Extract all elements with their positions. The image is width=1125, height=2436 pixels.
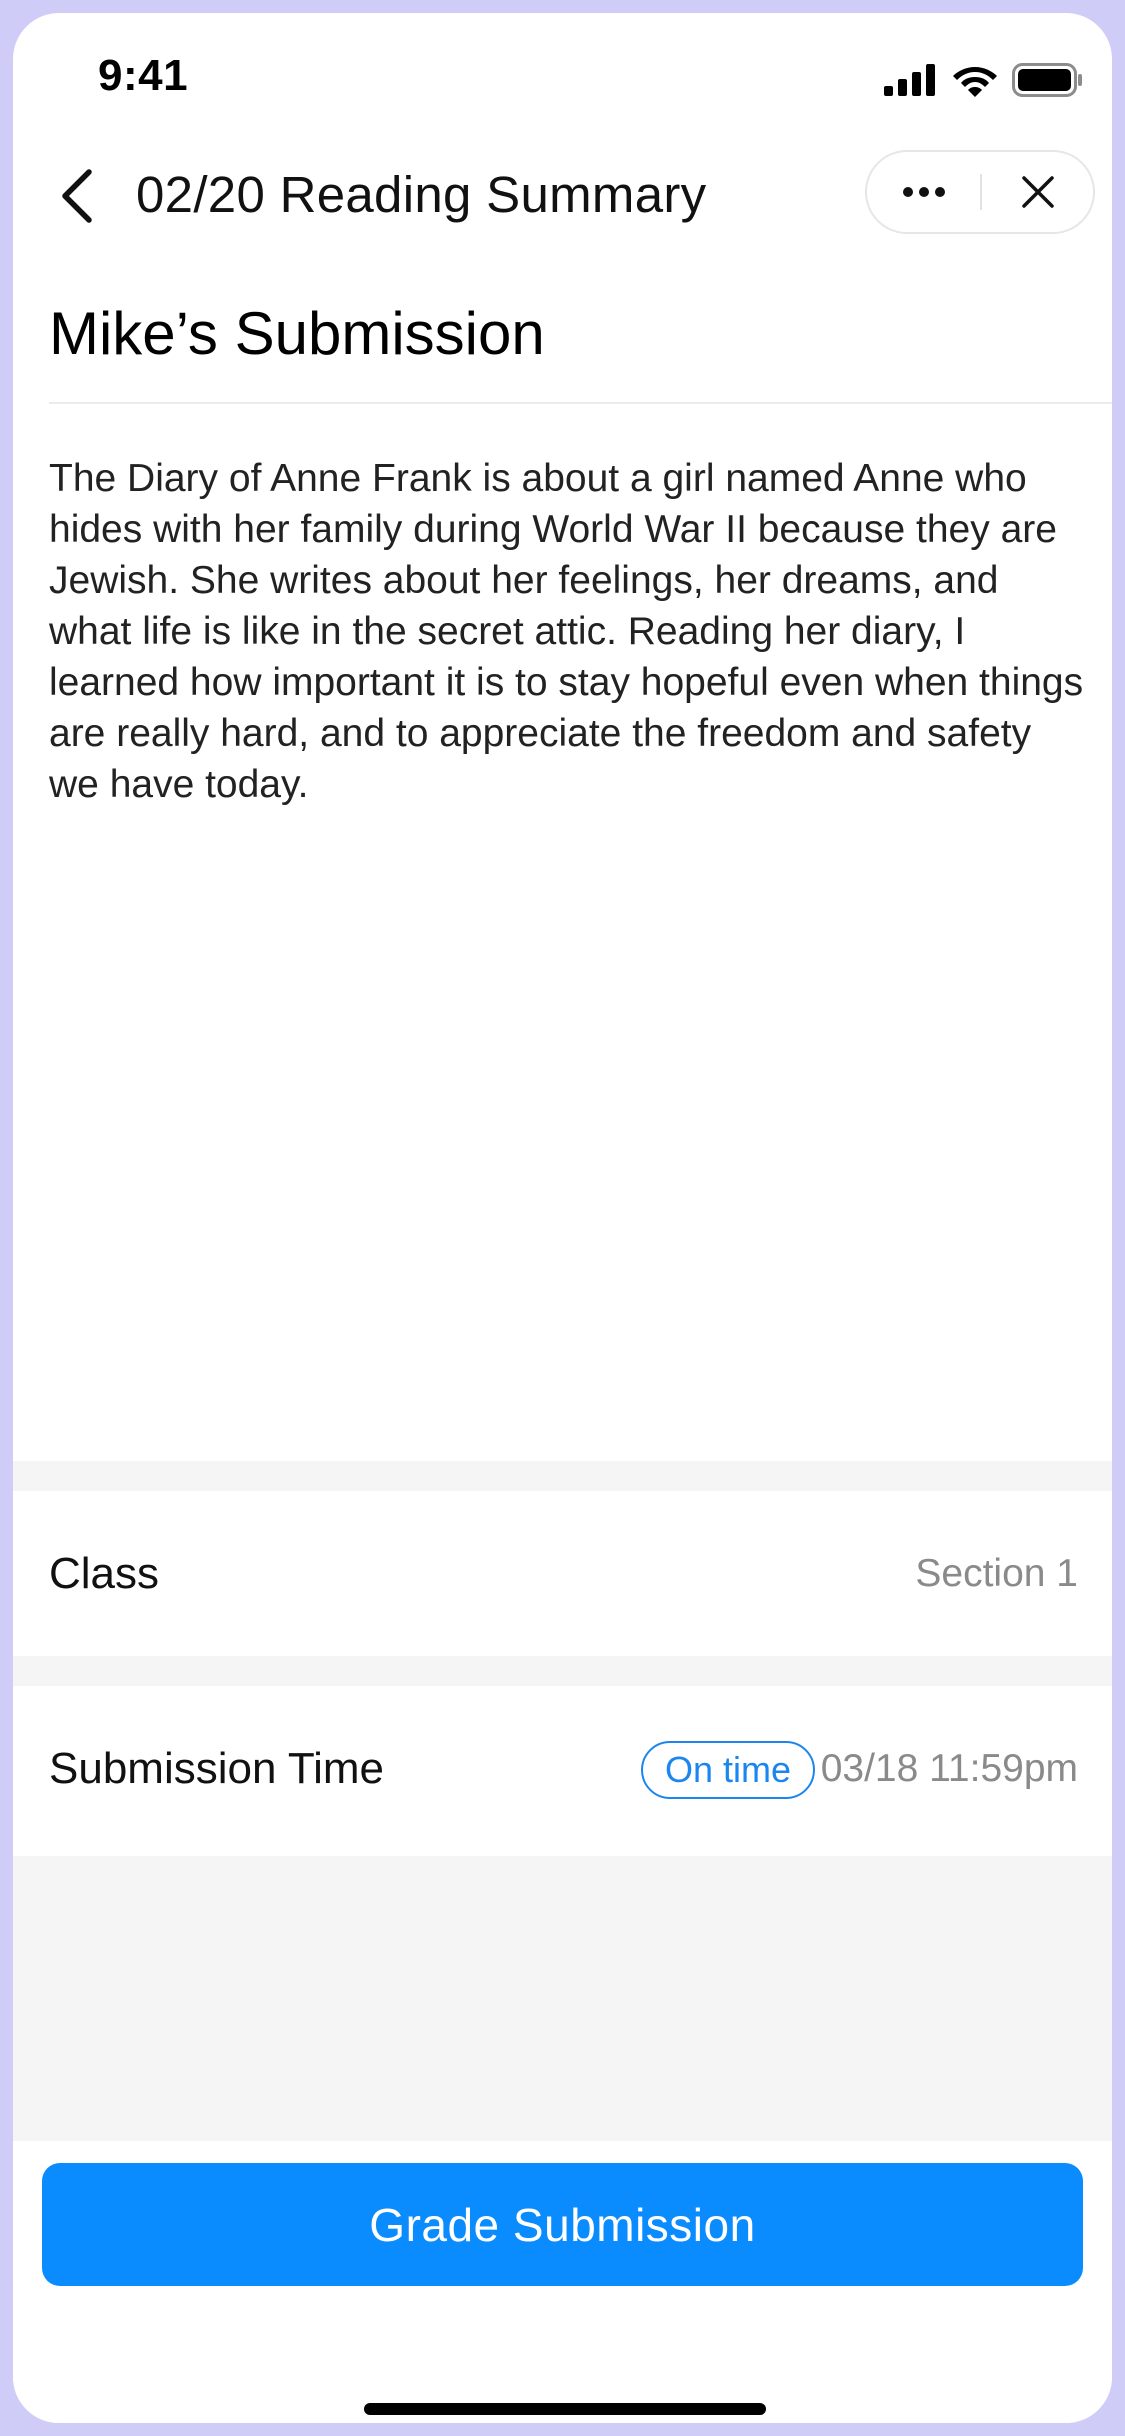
more-dots-icon (902, 187, 945, 197)
submission-text: The Diary of Anne Frank is about a girl … (49, 457, 1084, 806)
close-button[interactable] (982, 152, 1093, 232)
status-badge: On time (640, 1741, 815, 1799)
close-icon (1021, 176, 1054, 208)
submission-time-row: Submission Time On time 03/18 11:59pm (13, 1686, 1112, 1856)
page-title: 02/20 Reading Summary (136, 166, 707, 223)
class-value: Section 1 (915, 1552, 1078, 1595)
back-button[interactable] (47, 161, 107, 231)
grade-submission-button[interactable]: Grade Submission (42, 2163, 1083, 2286)
class-label: Class (49, 1549, 160, 1598)
submission-time-value: 03/18 11:59pm (820, 1747, 1078, 1790)
status-bar: 9:41 (13, 13, 1112, 143)
home-indicator (364, 2403, 766, 2415)
section-gap (13, 1856, 1112, 2141)
wifi-icon (953, 67, 997, 97)
class-row: Class Section 1 (13, 1491, 1112, 1656)
battery-icon (1012, 63, 1082, 97)
more-button[interactable] (867, 152, 980, 232)
device-frame: 9:41 02/20 Reading Summary Mike’s Submis… (0, 0, 1125, 2436)
section-gap (13, 1461, 1112, 1491)
signal-icon (884, 64, 935, 96)
status-time: 9:41 (98, 51, 189, 100)
chevron-left-icon (62, 169, 92, 223)
footer: Grade Submission (13, 2141, 1112, 2423)
status-icons (884, 63, 1084, 97)
nav-bar: 02/20 Reading Summary (13, 143, 1112, 253)
section-gap (13, 1656, 1112, 1686)
screen: 9:41 02/20 Reading Summary Mike’s Submis… (13, 13, 1112, 2423)
divider (49, 402, 1112, 404)
submission-time-label: Submission Time (49, 1744, 385, 1793)
mini-program-capsule (865, 150, 1095, 234)
submission-heading: Mike’s Submission (49, 300, 545, 367)
